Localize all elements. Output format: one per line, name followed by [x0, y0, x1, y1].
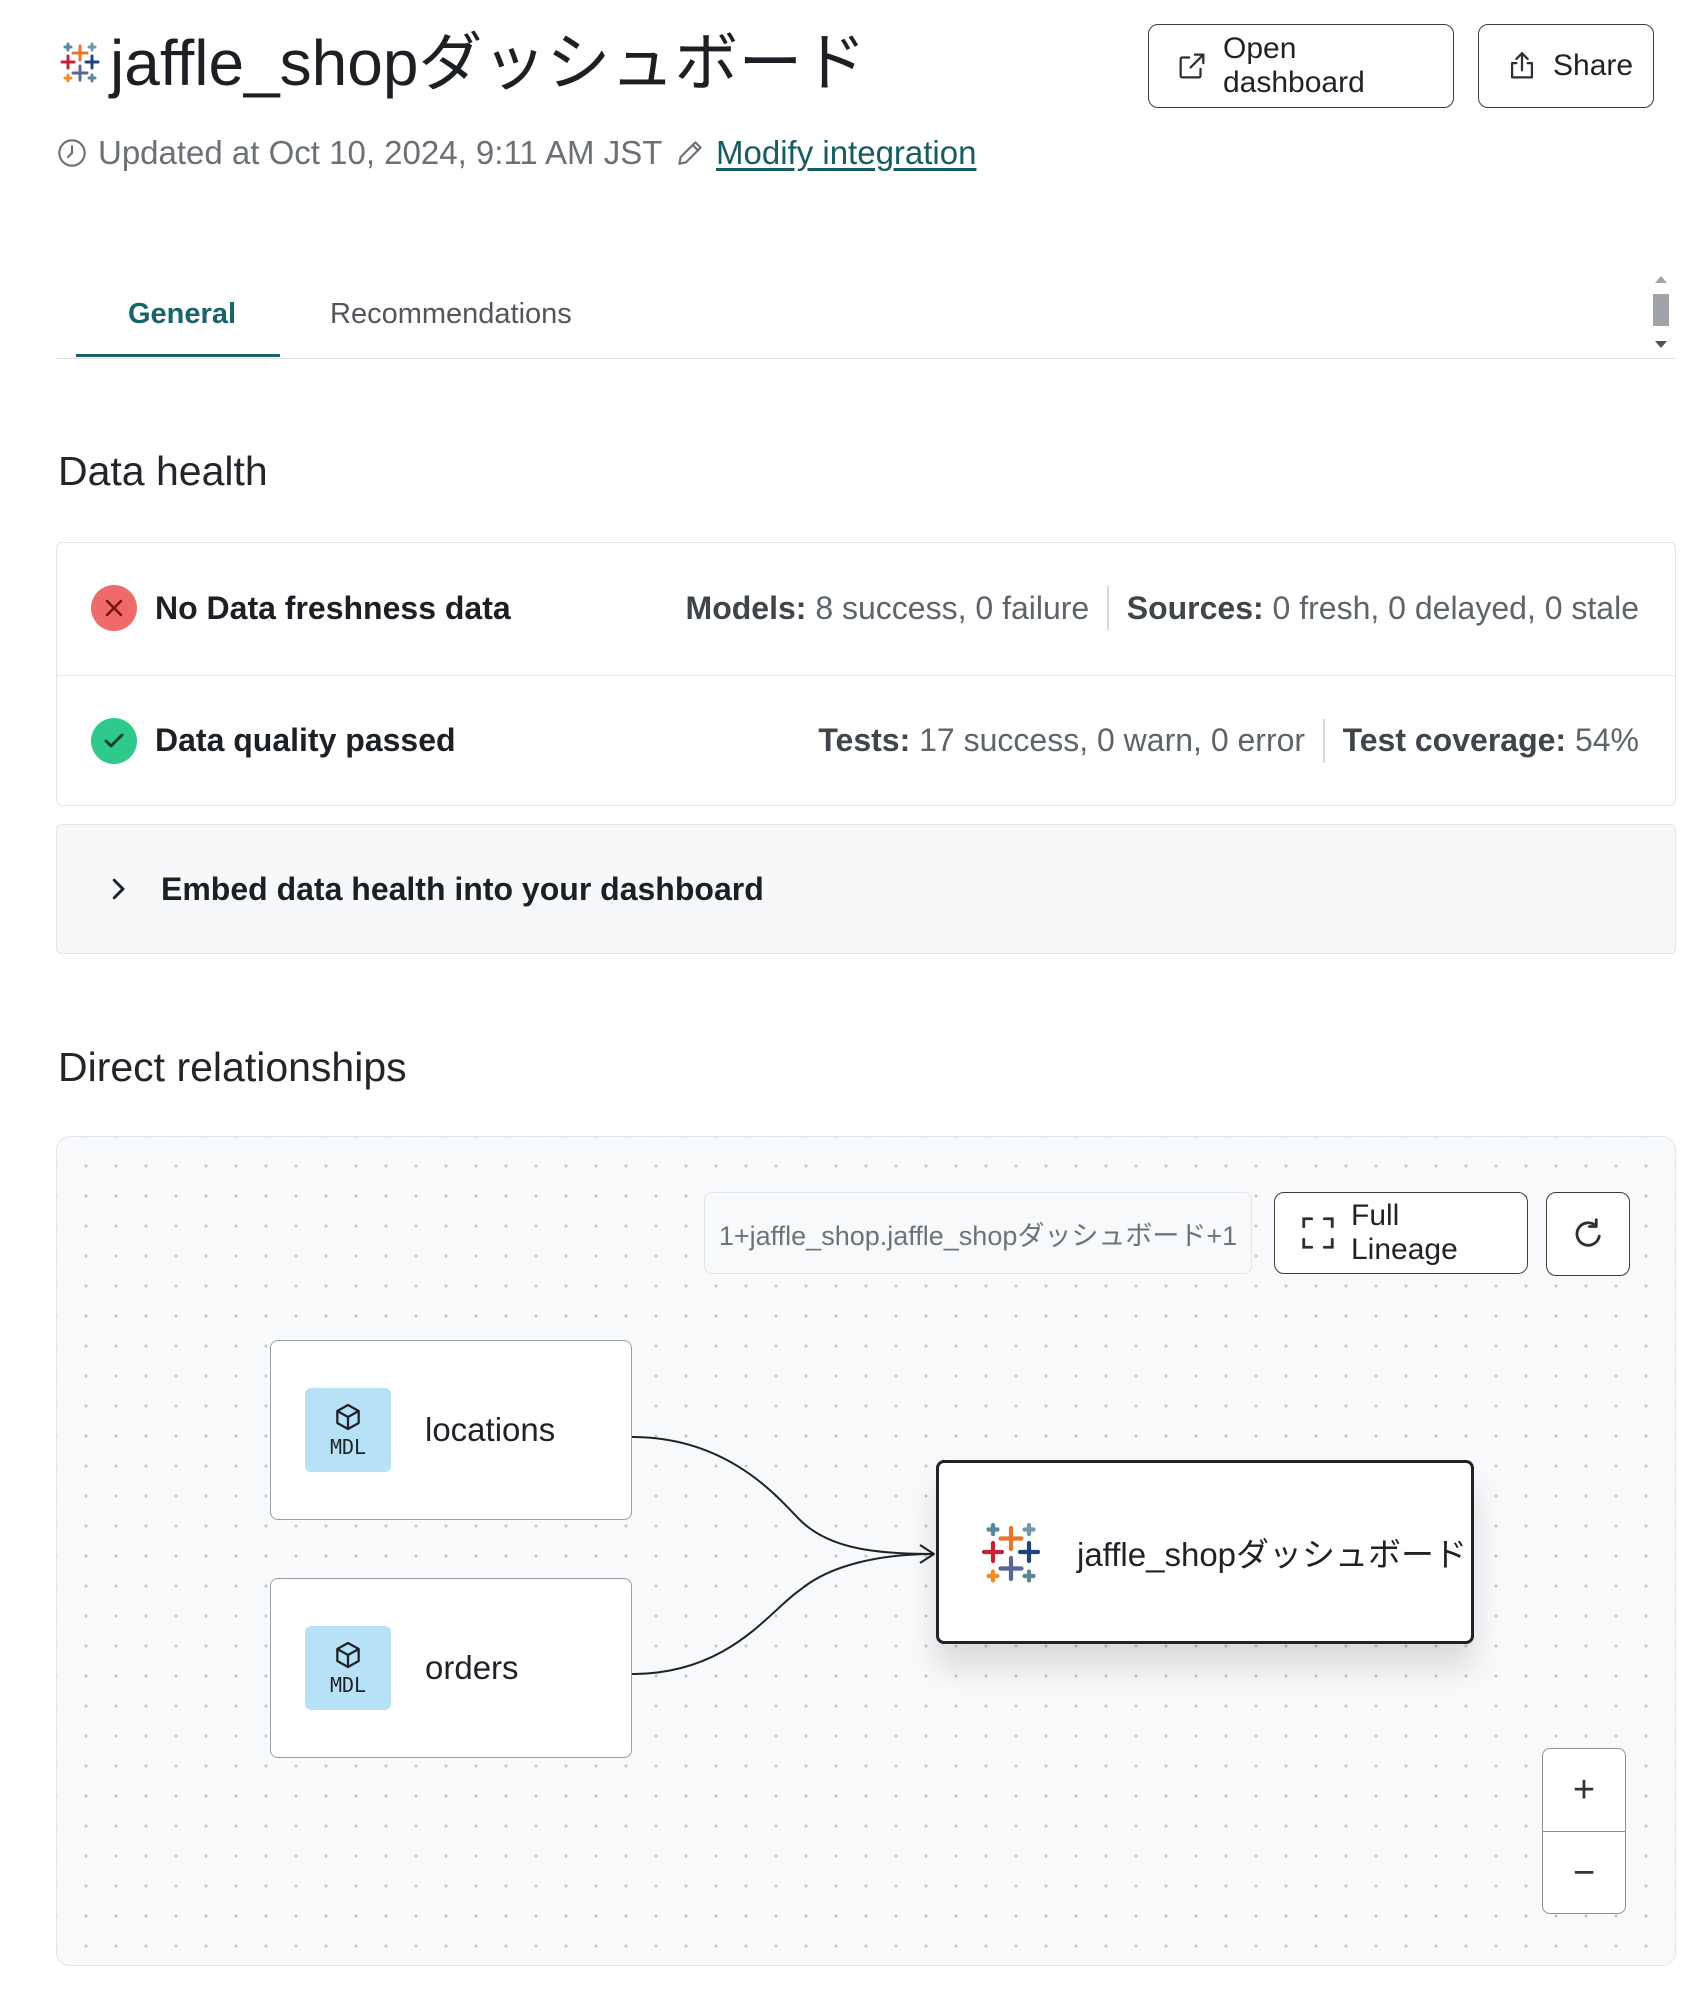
zoom-in-button[interactable]: + — [1543, 1749, 1625, 1831]
model-badge-text: MDL — [329, 1435, 367, 1459]
tableau-logo-icon — [981, 1522, 1041, 1583]
node-label: locations — [425, 1411, 556, 1448]
zoom-controls: + − — [1542, 1748, 1626, 1914]
node-label: orders — [425, 1649, 519, 1686]
cube-icon — [336, 1403, 360, 1431]
node-label: jaffle_shopダッシュボード — [1077, 1536, 1468, 1573]
cube-icon — [336, 1641, 360, 1669]
lineage-node-dashboard[interactable]: jaffle_shopダッシュボード — [936, 1460, 1474, 1644]
lineage-node-locations[interactable]: MDL locations — [270, 1340, 632, 1520]
lineage-edges — [631, 1436, 935, 1675]
model-badge-text: MDL — [329, 1673, 367, 1697]
model-badge: MDL — [305, 1626, 391, 1710]
lineage-node-orders[interactable]: MDL orders — [270, 1578, 632, 1758]
zoom-out-button[interactable]: − — [1543, 1831, 1625, 1913]
model-badge: MDL — [305, 1388, 391, 1472]
